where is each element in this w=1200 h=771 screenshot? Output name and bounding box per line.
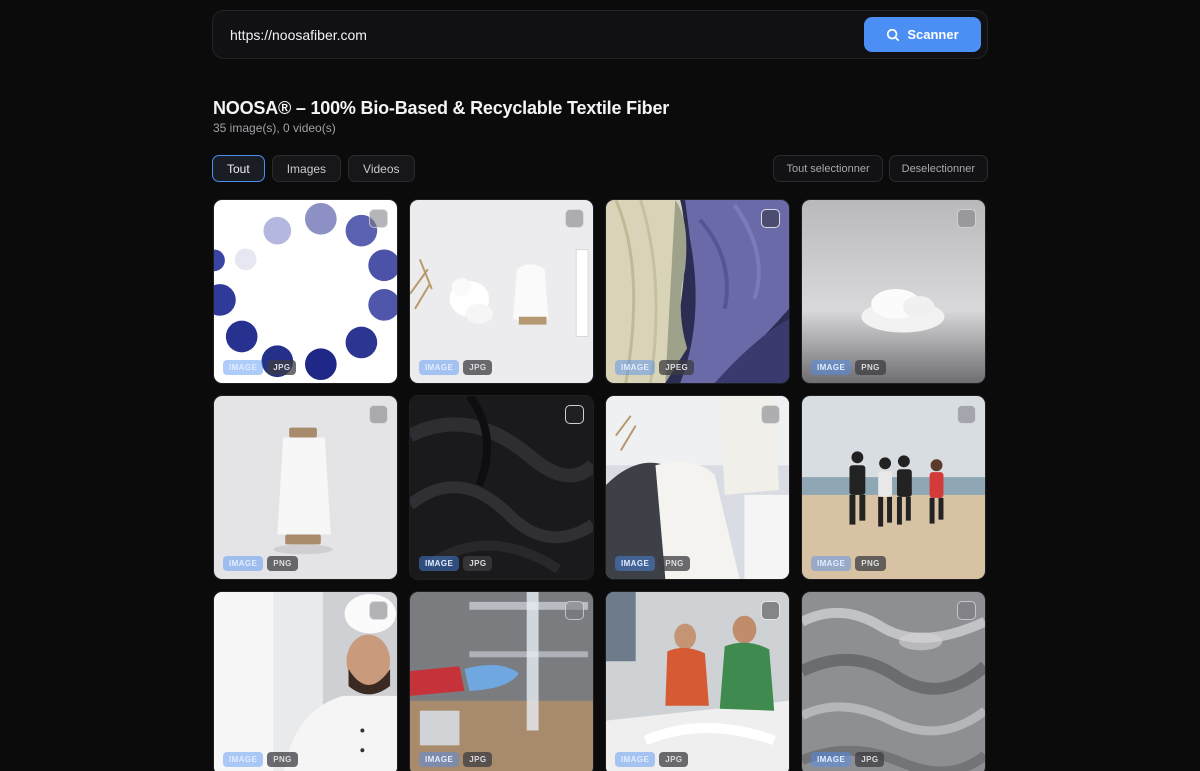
media-card[interactable]: IMAGE PNG bbox=[801, 199, 986, 384]
media-badges: IMAGE JPG bbox=[419, 752, 493, 767]
chef-image bbox=[214, 592, 397, 771]
media-badges: IMAGE PNG bbox=[223, 752, 298, 767]
media-format-badge: JPG bbox=[463, 360, 493, 375]
fiber-spool-image bbox=[410, 200, 593, 383]
media-type-badge: IMAGE bbox=[811, 556, 852, 571]
media-badges: IMAGE JPG bbox=[223, 360, 297, 375]
url-input[interactable] bbox=[230, 23, 830, 47]
select-checkbox[interactable] bbox=[565, 209, 584, 228]
deselect-button[interactable]: Deselectionner bbox=[888, 155, 988, 182]
filter-tab-images[interactable]: Images bbox=[271, 155, 342, 182]
select-all-button[interactable]: Tout selectionner bbox=[773, 155, 883, 182]
media-card[interactable]: IMAGE JPEG bbox=[605, 199, 790, 384]
media-type-badge: IMAGE bbox=[419, 556, 460, 571]
media-format-badge: JPG bbox=[855, 752, 885, 767]
fiber-cloud-image bbox=[802, 200, 985, 383]
filter-tab-videos[interactable]: Videos bbox=[348, 155, 415, 182]
select-checkbox[interactable] bbox=[957, 405, 976, 424]
select-checkbox[interactable] bbox=[957, 601, 976, 620]
media-card[interactable]: IMAGE PNG bbox=[213, 591, 398, 771]
media-format-badge: PNG bbox=[855, 360, 886, 375]
media-type-badge: IMAGE bbox=[615, 556, 656, 571]
media-badges: IMAGE JPG bbox=[419, 556, 493, 571]
media-format-badge: JPG bbox=[463, 556, 493, 571]
scan-button[interactable]: Scanner bbox=[864, 17, 981, 52]
select-checkbox[interactable] bbox=[565, 405, 584, 424]
media-card[interactable]: IMAGE JPG bbox=[409, 199, 594, 384]
media-badges: IMAGE JPG bbox=[811, 752, 885, 767]
media-type-badge: IMAGE bbox=[811, 752, 852, 767]
media-card[interactable]: IMAGE PNG bbox=[605, 395, 790, 580]
media-badges: IMAGE JPG bbox=[419, 360, 493, 375]
select-checkbox[interactable] bbox=[761, 601, 780, 620]
dots-circle-image bbox=[214, 200, 397, 383]
white-garment-image bbox=[606, 396, 789, 579]
filter-tab-tout[interactable]: Tout bbox=[212, 155, 265, 182]
media-type-badge: IMAGE bbox=[615, 360, 656, 375]
media-card[interactable]: IMAGE JPG bbox=[409, 591, 594, 771]
media-format-badge: PNG bbox=[267, 752, 298, 767]
media-badges: IMAGE PNG bbox=[615, 556, 690, 571]
url-bar: Scanner bbox=[212, 10, 988, 59]
select-checkbox[interactable] bbox=[761, 209, 780, 228]
media-grid: IMAGE JPG IMAGE JPG IMAGE JPEG IMAGE PNG… bbox=[213, 199, 988, 771]
page-title: NOOSA® – 100% Bio-Based & Recyclable Tex… bbox=[213, 98, 670, 118]
media-badges: IMAGE JPEG bbox=[615, 360, 695, 375]
media-card[interactable]: IMAGE JPG bbox=[409, 395, 594, 580]
white-spool-image bbox=[214, 396, 397, 579]
page: Scanner NOOSA® – 100% Bio-Based & Recycl… bbox=[0, 0, 1200, 771]
media-format-badge: PNG bbox=[267, 556, 298, 571]
select-checkbox[interactable] bbox=[369, 209, 388, 228]
water-texture-image bbox=[802, 592, 985, 771]
media-badges: IMAGE PNG bbox=[223, 556, 298, 571]
black-fabric-image bbox=[410, 396, 593, 579]
media-format-badge: PNG bbox=[855, 556, 886, 571]
yarn-skeins-image bbox=[606, 200, 789, 383]
media-type-badge: IMAGE bbox=[811, 360, 852, 375]
media-format-badge: JPEG bbox=[659, 360, 695, 375]
media-format-badge: JPG bbox=[463, 752, 493, 767]
media-card[interactable]: IMAGE JPG bbox=[801, 591, 986, 771]
media-count: 35 image(s), 0 video(s) bbox=[213, 121, 336, 135]
search-icon bbox=[887, 28, 900, 41]
media-badges: IMAGE PNG bbox=[811, 360, 886, 375]
selection-actions: Tout selectionner Deselectionner bbox=[773, 155, 988, 182]
filter-tabs: Tout Images Videos bbox=[212, 155, 415, 182]
select-checkbox[interactable] bbox=[761, 405, 780, 424]
media-type-badge: IMAGE bbox=[419, 752, 460, 767]
lab-film-image bbox=[410, 592, 593, 771]
media-type-badge: IMAGE bbox=[223, 752, 264, 767]
select-checkbox[interactable] bbox=[565, 601, 584, 620]
select-checkbox[interactable] bbox=[369, 601, 388, 620]
media-badges: IMAGE PNG bbox=[811, 556, 886, 571]
media-card[interactable]: IMAGE JPG bbox=[213, 199, 398, 384]
media-format-badge: JPG bbox=[659, 752, 689, 767]
beach-runners-image bbox=[802, 396, 985, 579]
media-type-badge: IMAGE bbox=[419, 360, 460, 375]
media-type-badge: IMAGE bbox=[223, 556, 264, 571]
media-card[interactable]: IMAGE JPG bbox=[605, 591, 790, 771]
media-type-badge: IMAGE bbox=[223, 360, 264, 375]
textile-workers-image bbox=[606, 592, 789, 771]
media-type-badge: IMAGE bbox=[615, 752, 656, 767]
scan-button-label: Scanner bbox=[907, 27, 959, 42]
media-format-badge: PNG bbox=[659, 556, 690, 571]
media-card[interactable]: IMAGE PNG bbox=[213, 395, 398, 580]
media-card[interactable]: IMAGE PNG bbox=[801, 395, 986, 580]
select-checkbox[interactable] bbox=[369, 405, 388, 424]
media-format-badge: JPG bbox=[267, 360, 297, 375]
select-checkbox[interactable] bbox=[957, 209, 976, 228]
media-badges: IMAGE JPG bbox=[615, 752, 689, 767]
